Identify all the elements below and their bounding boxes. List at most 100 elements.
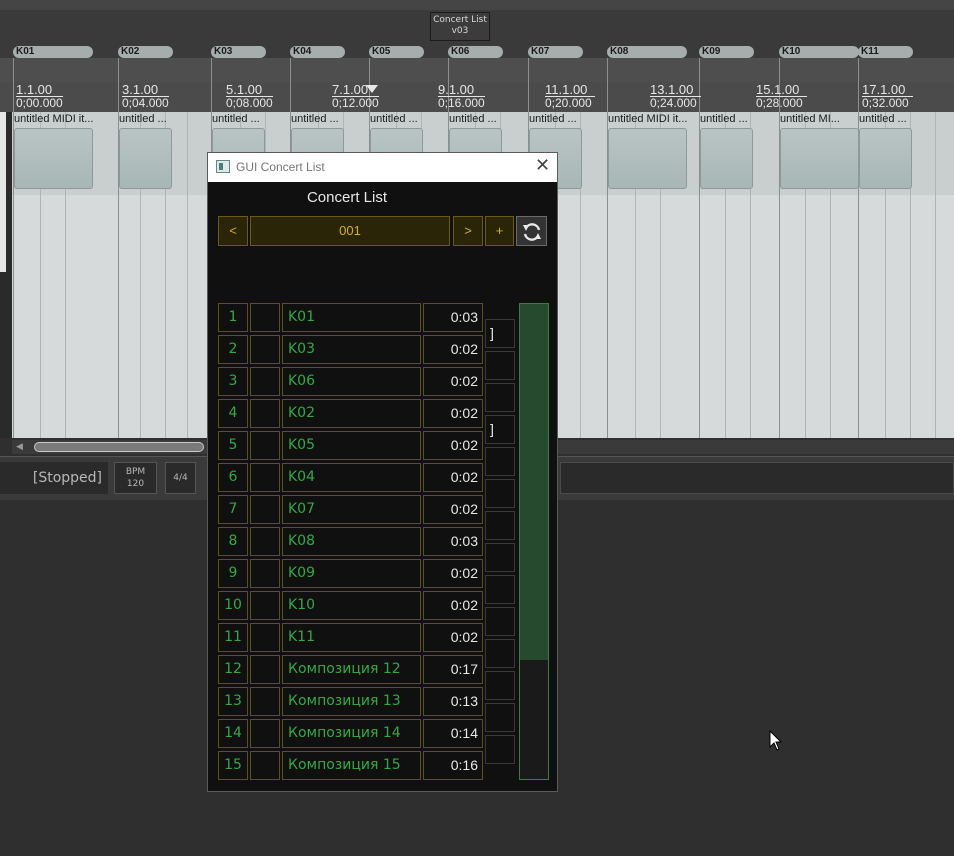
song-list-scroll-thumb[interactable]	[520, 304, 548, 661]
set-number-field[interactable]: 001	[250, 216, 450, 246]
song-number[interactable]: 1	[218, 303, 248, 332]
song-name[interactable]: K07	[282, 495, 421, 524]
song-number[interactable]: 5	[218, 431, 248, 460]
song-number[interactable]: 6	[218, 463, 248, 492]
scroll-left-icon[interactable]: ◀	[16, 442, 23, 452]
song-number[interactable]: 12	[218, 655, 248, 684]
song-status-cell[interactable]	[250, 463, 280, 492]
song-flag[interactable]	[485, 447, 515, 476]
song-status-cell[interactable]	[250, 335, 280, 364]
song-name[interactable]: Композиция 15	[282, 751, 421, 780]
song-name[interactable]: K04	[282, 463, 421, 492]
time-signature[interactable]: 4/4	[165, 462, 196, 494]
song-number[interactable]: 10	[218, 591, 248, 620]
song-duration[interactable]: 0:16	[423, 751, 483, 780]
song-status-cell[interactable]	[250, 559, 280, 588]
song-status-cell[interactable]	[250, 527, 280, 556]
song-flag[interactable]: ]	[485, 319, 515, 348]
song-duration[interactable]: 0:02	[423, 399, 483, 428]
marker-k10[interactable]: K10	[779, 46, 859, 58]
song-status-cell[interactable]	[250, 591, 280, 620]
song-name[interactable]: K09	[282, 559, 421, 588]
song-flag[interactable]	[485, 607, 515, 636]
song-number[interactable]: 8	[218, 527, 248, 556]
marker-k02[interactable]: K02	[118, 46, 173, 58]
add-song-button[interactable]: +	[485, 216, 514, 246]
song-flag[interactable]	[485, 671, 515, 700]
marker-k04[interactable]: K04	[290, 46, 345, 58]
song-list-scrollbar[interactable]	[519, 303, 549, 780]
song-duration[interactable]: 0:02	[423, 463, 483, 492]
marker-k11[interactable]: K11	[858, 46, 913, 58]
song-number[interactable]: 7	[218, 495, 248, 524]
song-number[interactable]: 13	[218, 687, 248, 716]
song-flag[interactable]	[485, 575, 515, 604]
song-flag[interactable]	[485, 511, 515, 540]
song-status-cell[interactable]	[250, 399, 280, 428]
marker-k01[interactable]: K01	[13, 46, 93, 58]
song-status-cell[interactable]	[250, 751, 280, 780]
song-name[interactable]: Композиция 13	[282, 687, 421, 716]
close-icon[interactable]: ✕	[535, 156, 550, 176]
song-flag[interactable]	[485, 479, 515, 508]
marker-k06[interactable]: K06	[448, 46, 503, 58]
song-flag[interactable]: ]	[485, 415, 515, 444]
song-flag[interactable]	[485, 543, 515, 572]
song-duration[interactable]: 0:02	[423, 335, 483, 364]
song-duration[interactable]: 0:02	[423, 367, 483, 396]
song-duration[interactable]: 0:13	[423, 687, 483, 716]
media-item[interactable]	[859, 128, 912, 189]
song-name[interactable]: K11	[282, 623, 421, 652]
song-status-cell[interactable]	[250, 687, 280, 716]
song-number[interactable]: 15	[218, 751, 248, 780]
song-duration[interactable]: 0:02	[423, 495, 483, 524]
window-titlebar[interactable]: GUI Concert List ✕	[208, 153, 557, 182]
bpm-control[interactable]: BPM 120	[114, 462, 157, 494]
song-name[interactable]: Композиция 14	[282, 719, 421, 748]
song-status-cell[interactable]	[250, 431, 280, 460]
refresh-button[interactable]	[516, 216, 547, 246]
song-duration[interactable]: 0:02	[423, 559, 483, 588]
song-name[interactable]: K10	[282, 591, 421, 620]
song-number[interactable]: 4	[218, 399, 248, 428]
song-number[interactable]: 11	[218, 623, 248, 652]
song-duration[interactable]: 0:03	[423, 527, 483, 556]
marker-k08[interactable]: K08	[607, 46, 687, 58]
next-set-button[interactable]: >	[453, 216, 483, 246]
song-flag[interactable]	[485, 735, 515, 764]
media-item[interactable]	[119, 128, 172, 189]
song-status-cell[interactable]	[250, 719, 280, 748]
song-number[interactable]: 14	[218, 719, 248, 748]
song-status-cell[interactable]	[250, 655, 280, 684]
song-number[interactable]: 3	[218, 367, 248, 396]
media-item[interactable]	[700, 128, 753, 189]
song-name[interactable]: K02	[282, 399, 421, 428]
horizontal-scroll-thumb[interactable]	[34, 442, 204, 452]
song-flag[interactable]	[485, 639, 515, 668]
song-number[interactable]: 9	[218, 559, 248, 588]
song-duration[interactable]: 0:03	[423, 303, 483, 332]
song-name[interactable]: K05	[282, 431, 421, 460]
song-status-cell[interactable]	[250, 623, 280, 652]
song-flag[interactable]	[485, 351, 515, 380]
song-flag[interactable]	[485, 383, 515, 412]
song-duration[interactable]: 0:02	[423, 431, 483, 460]
song-duration[interactable]: 0:14	[423, 719, 483, 748]
song-number[interactable]: 2	[218, 335, 248, 364]
marker-k07[interactable]: K07	[528, 46, 583, 58]
song-duration[interactable]: 0:02	[423, 591, 483, 620]
song-name[interactable]: K08	[282, 527, 421, 556]
marker-k09[interactable]: K09	[699, 46, 754, 58]
marker-k03[interactable]: K03	[211, 46, 266, 58]
marker-k05[interactable]: K05	[369, 46, 424, 58]
media-item[interactable]	[14, 128, 93, 189]
media-item[interactable]	[780, 128, 859, 189]
region-bar[interactable]	[0, 58, 954, 82]
song-name[interactable]: K03	[282, 335, 421, 364]
song-status-cell[interactable]	[250, 303, 280, 332]
song-status-cell[interactable]	[250, 495, 280, 524]
song-duration[interactable]: 0:02	[423, 623, 483, 652]
song-duration[interactable]: 0:17	[423, 655, 483, 684]
song-flag[interactable]	[485, 703, 515, 732]
song-name[interactable]: K01	[282, 303, 421, 332]
